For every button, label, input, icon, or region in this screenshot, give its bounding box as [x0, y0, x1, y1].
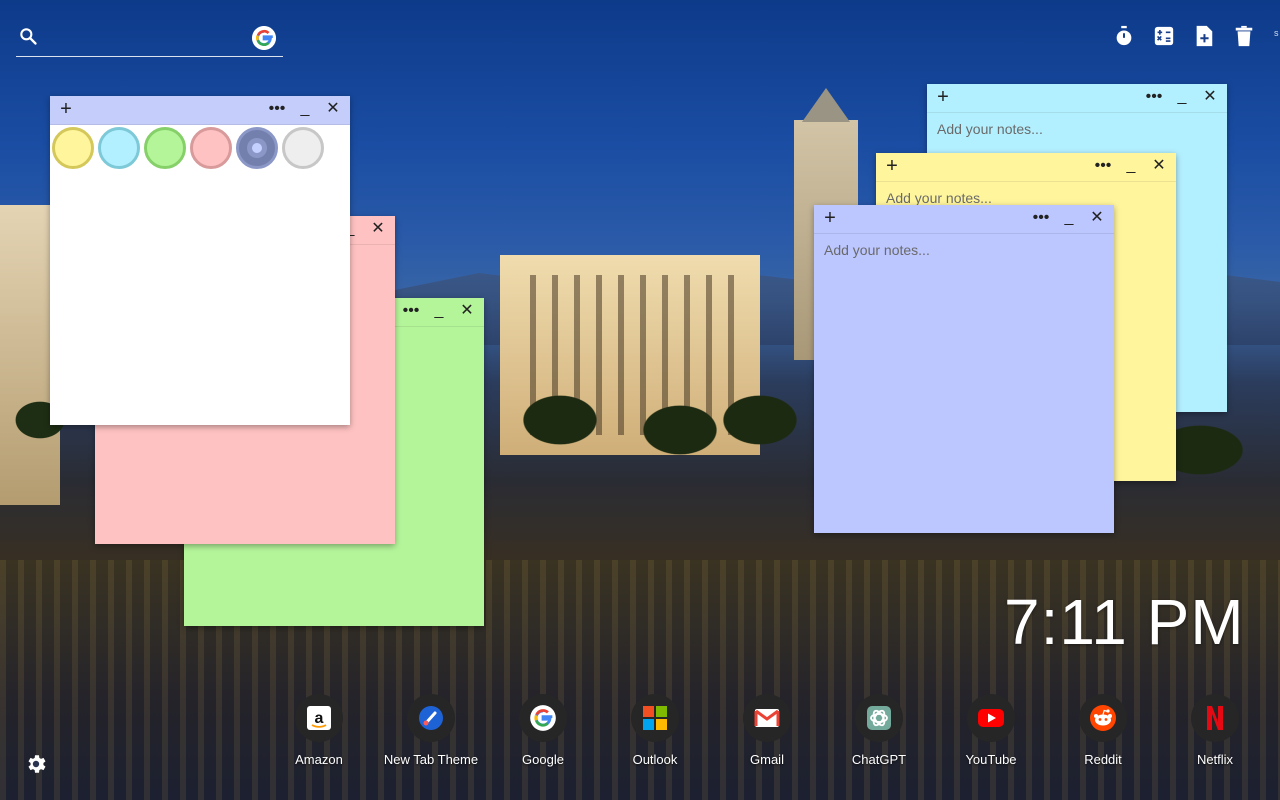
top-toolbar — [1112, 24, 1256, 48]
minimize-button[interactable]: _ — [294, 99, 316, 119]
google-icon — [519, 694, 567, 742]
shortcut-new-tab-theme[interactable]: New Tab Theme — [375, 694, 487, 767]
note-titlebar[interactable]: + ••• _ ✕ — [927, 84, 1227, 113]
note-menu-button[interactable]: ••• — [1030, 208, 1052, 228]
new-tab-theme-icon — [407, 694, 455, 742]
gmail-icon — [743, 694, 791, 742]
shortcut-label: Amazon — [295, 752, 343, 767]
google-icon[interactable] — [252, 26, 276, 50]
outlook-icon — [631, 694, 679, 742]
close-button[interactable]: ✕ — [322, 99, 344, 119]
shortcut-label: Outlook — [632, 752, 678, 767]
sticky-note-white[interactable]: + ••• _ ✕ — [50, 96, 350, 425]
search-input[interactable] — [50, 26, 254, 50]
shortcut-bar: a Amazon New Tab Theme Google Outlook Gm… — [263, 694, 1271, 767]
add-note-button[interactable]: + — [56, 99, 76, 119]
gear-icon[interactable] — [24, 752, 48, 776]
color-swatch-yellow[interactable] — [52, 127, 94, 169]
amazon-icon: a — [295, 694, 343, 742]
close-button[interactable]: ✕ — [367, 219, 389, 239]
calculator-icon[interactable] — [1152, 24, 1176, 48]
chatgpt-icon — [855, 694, 903, 742]
shortcut-outlook[interactable]: Outlook — [599, 694, 711, 767]
minimize-button[interactable]: _ — [1120, 156, 1142, 176]
reddit-icon — [1079, 694, 1127, 742]
youtube-icon — [967, 694, 1015, 742]
color-swatch-pink[interactable] — [190, 127, 232, 169]
shortcut-chatgpt[interactable]: ChatGPT — [823, 694, 935, 767]
stopwatch-icon[interactable] — [1112, 24, 1136, 48]
note-textarea[interactable] — [824, 242, 1104, 525]
note-menu-button[interactable]: ••• — [400, 301, 422, 321]
netflix-icon — [1191, 694, 1239, 742]
note-menu-button[interactable]: ••• — [266, 99, 288, 119]
svg-text:a: a — [315, 710, 324, 727]
close-button[interactable]: ✕ — [456, 301, 478, 321]
add-note-button[interactable]: + — [933, 87, 953, 107]
color-swatch-green[interactable] — [144, 127, 186, 169]
add-note-button[interactable]: + — [820, 208, 840, 228]
trash-icon[interactable] — [1232, 24, 1256, 48]
minimize-button[interactable]: _ — [1171, 87, 1193, 107]
shortcut-label: YouTube — [965, 752, 1017, 767]
edge-clipped-text: s — [1274, 28, 1279, 38]
color-swatch-gray[interactable] — [282, 127, 324, 169]
note-titlebar[interactable]: + ••• _ ✕ — [50, 96, 350, 125]
shortcut-label: Gmail — [750, 752, 784, 767]
close-button[interactable]: ✕ — [1086, 208, 1108, 228]
shortcut-label: New Tab Theme — [383, 752, 479, 767]
note-titlebar[interactable]: + ••• _ ✕ — [876, 153, 1176, 182]
sticky-note-lavender[interactable]: + ••• _ ✕ — [814, 205, 1114, 533]
shortcut-label: Google — [522, 752, 564, 767]
shortcut-label: Reddit — [1084, 752, 1122, 767]
shortcut-amazon[interactable]: a Amazon — [263, 694, 375, 767]
color-swatch-lavender[interactable] — [236, 127, 278, 169]
search-bar — [16, 22, 283, 57]
shortcut-netflix[interactable]: Netflix — [1159, 694, 1271, 767]
note-titlebar[interactable]: + ••• _ ✕ — [814, 205, 1114, 234]
shortcut-youtube[interactable]: YouTube — [935, 694, 1047, 767]
shortcut-label: ChatGPT — [851, 752, 907, 767]
note-menu-button[interactable]: ••• — [1143, 87, 1165, 107]
shortcut-gmail[interactable]: Gmail — [711, 694, 823, 767]
minimize-button[interactable]: _ — [1058, 208, 1080, 228]
shortcut-google[interactable]: Google — [487, 694, 599, 767]
add-note-icon[interactable] — [1192, 24, 1216, 48]
note-menu-button[interactable]: ••• — [1092, 156, 1114, 176]
shortcut-label: Netflix — [1196, 752, 1234, 767]
color-palette — [50, 125, 350, 169]
shortcut-reddit[interactable]: Reddit — [1047, 694, 1159, 767]
palace-building — [500, 255, 760, 455]
close-button[interactable]: ✕ — [1199, 87, 1221, 107]
add-note-button[interactable]: + — [882, 156, 902, 176]
color-swatch-blue[interactable] — [98, 127, 140, 169]
minimize-button[interactable]: _ — [428, 301, 450, 321]
close-button[interactable]: ✕ — [1148, 156, 1170, 176]
search-icon[interactable] — [18, 26, 38, 46]
clock: 7:11 PM — [1004, 586, 1245, 658]
